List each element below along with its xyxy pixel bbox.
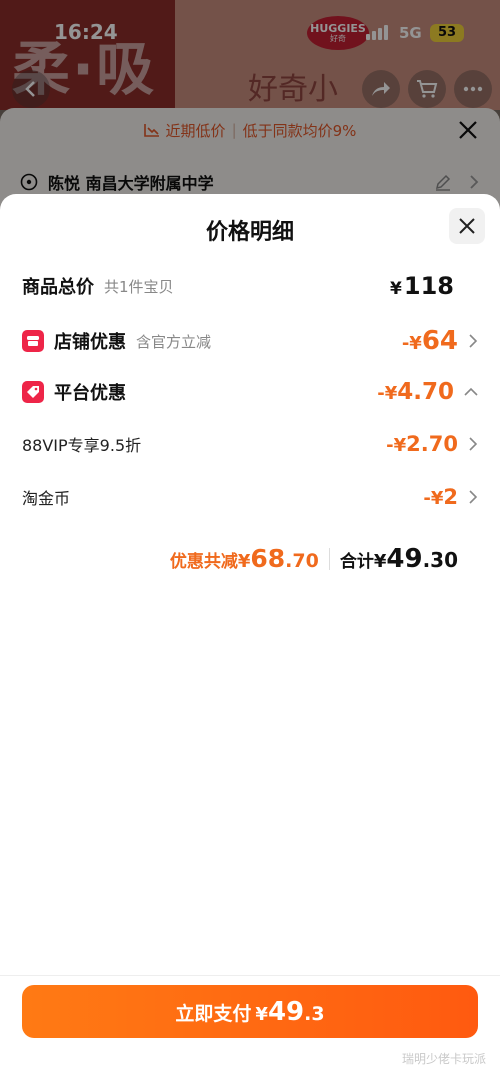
- tag-icon: [22, 381, 44, 403]
- shop-discount-row[interactable]: 店铺优惠 含官方立减 -¥64: [22, 326, 478, 356]
- grand-total-label: 合计: [339, 552, 374, 572]
- sheet-close-button[interactable]: [449, 208, 485, 244]
- goods-total-price: ¥118: [390, 272, 454, 300]
- goods-total-row: 商品总价 共1件宝贝 ¥118: [22, 272, 478, 300]
- coin-discount-amount: -¥2: [423, 485, 458, 509]
- pay-button-label: 立即支付: [175, 1003, 252, 1025]
- close-icon: [459, 218, 475, 234]
- shop-discount-label: 店铺优惠: [54, 332, 126, 353]
- chevron-right-icon: [469, 437, 478, 451]
- watermark: 瑞明少佬卡玩派: [401, 1052, 486, 1066]
- shop-discount-amount: -¥64: [401, 326, 458, 356]
- vip-discount-label: 88VIP专享9.5折: [22, 436, 142, 455]
- pay-now-button[interactable]: 立即支付 ¥ 49 .3: [22, 985, 478, 1038]
- pay-button-currency: ¥: [255, 1004, 268, 1025]
- grand-total-amount: ¥49.30: [373, 544, 458, 574]
- vip-discount-amount: -¥2.70: [386, 432, 458, 456]
- price-detail-sheet: 价格明细 商品总价 共1件宝贝 ¥118 店铺优惠 含官方立减 -¥64 平台优…: [0, 194, 500, 1082]
- discount-total-amount: ¥68.70: [237, 544, 319, 573]
- platform-discount-amount: -¥4.70: [377, 379, 454, 405]
- footer-divider: [0, 975, 500, 976]
- shop-icon: [22, 330, 44, 352]
- shop-discount-sub: 含官方立减: [136, 332, 212, 351]
- discount-total-label: 优惠共减: [169, 552, 238, 572]
- vip-discount-row[interactable]: 88VIP专享9.5折 -¥2.70: [22, 432, 478, 456]
- chevron-up-icon: [464, 387, 478, 396]
- goods-count: 共1件宝贝: [104, 277, 174, 296]
- chevron-right-icon: [469, 334, 478, 348]
- pay-button-amount: 49: [267, 997, 305, 1027]
- goods-total-label: 商品总价: [22, 277, 94, 298]
- summary-divider: [328, 548, 330, 570]
- coin-discount-row[interactable]: 淘金币 -¥2: [22, 485, 478, 509]
- coin-discount-label: 淘金币: [22, 489, 71, 508]
- sheet-title: 价格明细: [205, 220, 294, 245]
- pay-button-decimal: .3: [304, 1003, 325, 1025]
- chevron-right-icon: [469, 490, 478, 504]
- platform-discount-row[interactable]: 平台优惠 -¥4.70: [22, 379, 478, 405]
- platform-discount-label: 平台优惠: [54, 383, 126, 404]
- price-summary: 优惠共减 ¥68.70 合计 ¥49.30: [170, 544, 458, 574]
